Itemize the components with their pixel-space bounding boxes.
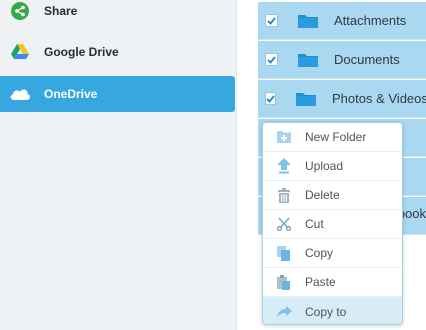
checkbox[interactable] xyxy=(265,14,278,27)
menu-item-label: New Folder xyxy=(305,130,367,144)
checkbox[interactable] xyxy=(265,92,276,105)
menu-item-copy-to[interactable]: Copy to xyxy=(263,297,402,324)
onedrive-cloud-icon xyxy=(8,84,32,104)
sidebar: Share Google Drive OneDrive xyxy=(0,0,237,330)
copy-to-icon xyxy=(276,304,292,320)
sidebar-item-label: Share xyxy=(44,4,78,18)
file-name: Attachments xyxy=(334,13,407,28)
folder-icon xyxy=(295,91,317,107)
trash-icon xyxy=(276,187,292,203)
checkbox[interactable] xyxy=(265,53,278,66)
checkmark-icon xyxy=(267,55,276,64)
google-drive-icon xyxy=(8,42,32,62)
menu-item-label: Upload xyxy=(305,159,344,173)
folder-icon xyxy=(297,52,319,68)
menu-item-label: Paste xyxy=(305,275,336,289)
sidebar-item-google-drive[interactable]: Google Drive xyxy=(0,34,235,70)
file-row[interactable]: Attachments xyxy=(258,2,426,40)
menu-item-label: Copy to xyxy=(305,304,347,319)
menu-item-label: Delete xyxy=(305,188,340,202)
checkmark-icon xyxy=(267,16,276,25)
file-name: Photos & Videos xyxy=(332,91,426,106)
scissors-icon xyxy=(276,216,292,232)
sidebar-item-label: OneDrive xyxy=(44,87,98,101)
sidebar-item-share[interactable]: Share xyxy=(0,0,235,29)
share-icon xyxy=(8,1,32,21)
app-window: Share Google Drive OneDrive Attachments … xyxy=(0,0,426,330)
menu-item-copy[interactable]: Copy xyxy=(263,239,402,268)
file-row[interactable]: Photos & Videos xyxy=(258,80,426,118)
copy-icon xyxy=(276,245,292,261)
sidebar-item-label: Google Drive xyxy=(44,45,119,59)
upload-icon xyxy=(276,158,292,174)
folder-icon xyxy=(297,13,319,29)
menu-item-paste[interactable]: Paste xyxy=(263,268,402,297)
file-name: Documents xyxy=(334,52,400,67)
menu-item-upload[interactable]: Upload xyxy=(263,152,402,181)
paste-icon xyxy=(276,274,292,290)
sidebar-item-onedrive[interactable]: OneDrive xyxy=(0,76,235,112)
menu-item-label: Copy xyxy=(305,246,334,260)
file-row[interactable]: Documents xyxy=(258,41,426,79)
context-menu: New Folder Upload Delete Cut Copy Paste … xyxy=(262,122,403,325)
menu-item-delete[interactable]: Delete xyxy=(263,181,402,210)
menu-item-label: Cut xyxy=(305,217,324,231)
checkmark-icon xyxy=(266,94,275,103)
new-folder-icon xyxy=(276,129,292,145)
menu-item-new-folder[interactable]: New Folder xyxy=(263,123,402,152)
menu-item-cut[interactable]: Cut xyxy=(263,210,402,239)
